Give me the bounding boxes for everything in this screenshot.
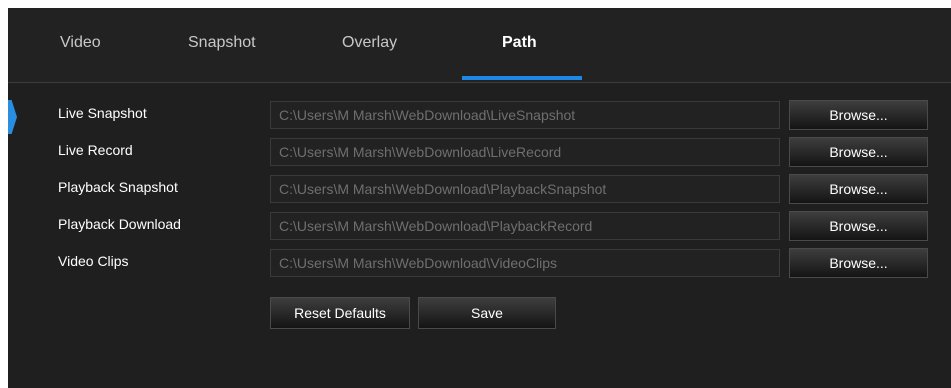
path-field-live-snapshot[interactable]: C:\Users\M Marsh\WebDownload\LiveSnapsho… <box>270 101 780 129</box>
browse-button-live-record[interactable]: Browse... <box>789 137 928 167</box>
reset-defaults-button[interactable]: Reset Defaults <box>270 297 410 329</box>
tab-video[interactable]: Video <box>60 34 101 52</box>
save-button[interactable]: Save <box>418 297 556 329</box>
settings-panel: Video Snapshot Overlay Path Live Snapsho… <box>8 8 951 388</box>
path-field-playback-download[interactable]: C:\Users\M Marsh\WebDownload\PlaybackRec… <box>270 212 780 240</box>
row-label-playback-download: Playback Download <box>58 216 181 232</box>
row-label-live-snapshot: Live Snapshot <box>58 105 147 121</box>
row-label-live-record: Live Record <box>58 142 133 158</box>
tab-overlay[interactable]: Overlay <box>342 34 397 52</box>
side-arrow-icon <box>8 100 17 134</box>
path-field-live-record[interactable]: C:\Users\M Marsh\WebDownload\LiveRecord <box>270 138 780 166</box>
row-label-video-clips: Video Clips <box>58 253 129 269</box>
tab-path[interactable]: Path <box>502 34 537 52</box>
path-field-playback-snapshot[interactable]: C:\Users\M Marsh\WebDownload\PlaybackSna… <box>270 175 780 203</box>
path-field-video-clips[interactable]: C:\Users\M Marsh\WebDownload\VideoClips <box>270 249 780 277</box>
browse-button-playback-snapshot[interactable]: Browse... <box>789 174 928 204</box>
browse-button-live-snapshot[interactable]: Browse... <box>789 100 928 130</box>
browse-button-video-clips[interactable]: Browse... <box>789 248 928 278</box>
browse-button-playback-download[interactable]: Browse... <box>789 211 928 241</box>
tab-snapshot[interactable]: Snapshot <box>188 34 256 52</box>
active-tab-indicator <box>462 76 582 80</box>
tab-bar: Video Snapshot Overlay Path <box>8 8 951 83</box>
row-label-playback-snapshot: Playback Snapshot <box>58 179 178 195</box>
